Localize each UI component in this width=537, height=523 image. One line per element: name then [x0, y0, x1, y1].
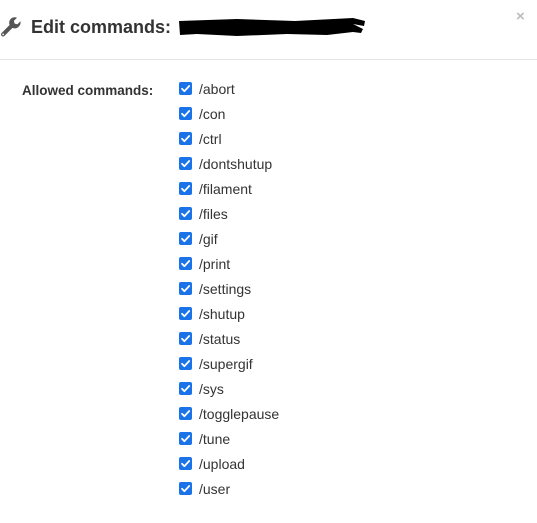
checkmark-icon [181, 135, 191, 143]
close-icon[interactable]: × [516, 9, 525, 24]
command-label: /tune [199, 430, 231, 447]
command-label: /togglepause [199, 405, 280, 422]
checkmark-icon [181, 110, 191, 118]
command-label: /settings [199, 280, 252, 297]
checkmark-icon [181, 385, 191, 393]
command-label: /gif [199, 230, 218, 247]
command-checkbox[interactable] [179, 257, 192, 270]
command-checkbox[interactable] [179, 157, 192, 170]
command-item[interactable]: /filament [179, 176, 279, 201]
command-checkbox[interactable] [179, 282, 192, 295]
command-item[interactable]: /gif [179, 226, 279, 251]
command-checkbox[interactable] [179, 457, 192, 470]
checkmark-icon [181, 310, 191, 318]
checkmark-icon [181, 235, 191, 243]
command-checkbox[interactable] [179, 132, 192, 145]
checkmark-icon [181, 485, 191, 493]
command-item[interactable]: /sys [179, 376, 279, 401]
command-label: /ctrl [199, 130, 222, 147]
command-checkbox[interactable] [179, 232, 192, 245]
command-checkbox[interactable] [179, 82, 192, 95]
command-label: /con [199, 105, 226, 122]
checkmark-icon [181, 260, 191, 268]
command-item[interactable]: /status [179, 326, 279, 351]
command-checkbox[interactable] [179, 482, 192, 495]
checkmark-icon [181, 460, 191, 468]
checkmark-icon [181, 185, 191, 193]
edit-commands-dialog: Edit commands: × Allowed commands: /abor… [0, 0, 537, 523]
checkmark-icon [181, 435, 191, 443]
command-item[interactable]: /files [179, 201, 279, 226]
command-label: /abort [199, 80, 235, 97]
command-item[interactable]: /print [179, 251, 279, 276]
command-checkbox[interactable] [179, 207, 192, 220]
command-label: /sys [199, 380, 224, 397]
commands-checkbox-list: /abort/con/ctrl/dontshutup/filament/file… [179, 76, 279, 501]
command-item[interactable]: /shutup [179, 301, 279, 326]
command-label: /supergif [199, 355, 253, 372]
command-checkbox[interactable] [179, 407, 192, 420]
checkmark-icon [181, 160, 191, 168]
checkmark-icon [181, 360, 191, 368]
command-item[interactable]: /abort [179, 76, 279, 101]
checkmark-icon [181, 210, 191, 218]
dialog-title-text: Edit commands: [31, 17, 172, 37]
allowed-commands-label: Allowed commands: [22, 83, 154, 98]
command-label: /dontshutup [199, 155, 273, 172]
checkmark-icon [181, 285, 191, 293]
command-item[interactable]: /dontshutup [179, 151, 279, 176]
command-checkbox[interactable] [179, 432, 192, 445]
command-label: /files [199, 205, 228, 222]
command-item[interactable]: /con [179, 101, 279, 126]
checkmark-icon [181, 335, 191, 343]
checkmark-icon [181, 410, 191, 418]
command-item[interactable]: /user [179, 476, 279, 501]
command-item[interactable]: /togglepause [179, 401, 279, 426]
command-label: /print [199, 255, 231, 272]
checkmark-icon [181, 85, 191, 93]
command-checkbox[interactable] [179, 332, 192, 345]
command-label: /upload [199, 455, 245, 472]
command-label: /user [199, 480, 231, 497]
command-item[interactable]: /ctrl [179, 126, 279, 151]
command-checkbox[interactable] [179, 307, 192, 320]
redacted-name-block [177, 17, 366, 38]
command-item[interactable]: /settings [179, 276, 279, 301]
command-item[interactable]: /upload [179, 451, 279, 476]
command-item[interactable]: /tune [179, 426, 279, 451]
command-item[interactable]: /supergif [179, 351, 279, 376]
command-label: /filament [199, 180, 252, 197]
command-label: /shutup [199, 305, 245, 322]
command-checkbox[interactable] [179, 182, 192, 195]
dialog-header: Edit commands: × [0, 0, 537, 60]
command-checkbox[interactable] [179, 357, 192, 370]
dialog-title: Edit commands: [31, 17, 366, 38]
command-checkbox[interactable] [179, 382, 192, 395]
wrench-icon [0, 16, 22, 38]
command-label: /status [199, 330, 241, 347]
command-checkbox[interactable] [179, 107, 192, 120]
